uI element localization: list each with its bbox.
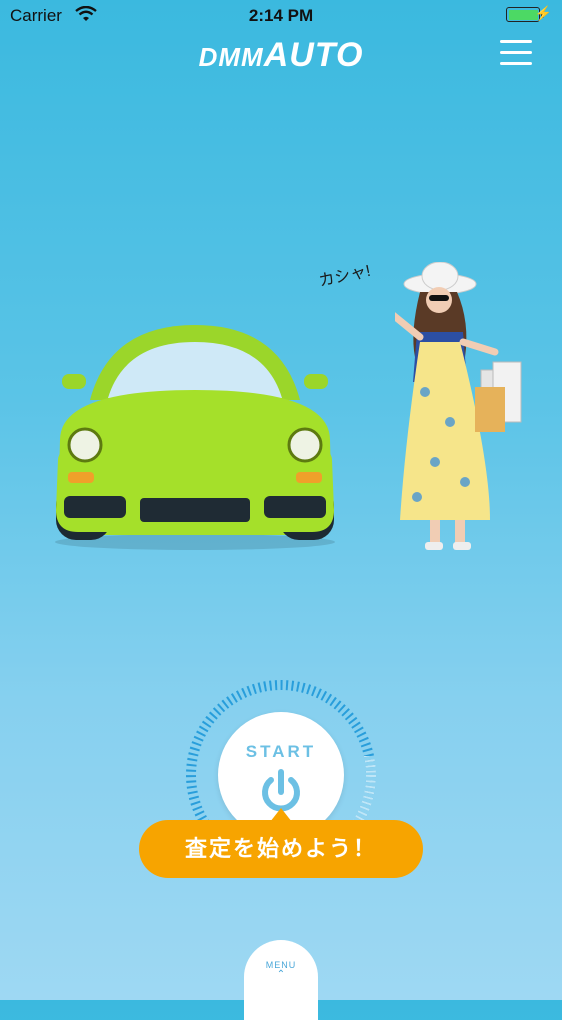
- hamburger-menu-icon[interactable]: [500, 40, 532, 68]
- chevron-up-icon: ⌃: [276, 969, 286, 980]
- woman-illustration: [395, 262, 522, 550]
- app-logo: DMMAUTO: [0, 36, 562, 75]
- charging-icon: ⚡: [534, 5, 552, 21]
- bottom-menu-tab[interactable]: MENU ⌃: [244, 940, 318, 1020]
- speech-text: カシャ!: [317, 262, 373, 291]
- start-assessment-button[interactable]: 査定を始めよう！: [139, 820, 423, 878]
- start-label: START: [245, 742, 317, 761]
- car-illustration: [55, 325, 335, 550]
- clock: 2:14 PM: [248, 6, 314, 25]
- status-bar: Carrier 2:14 PM ⚡: [0, 0, 562, 32]
- logo-dmm: DMM: [198, 42, 264, 72]
- logo-auto: AUTO: [263, 36, 364, 74]
